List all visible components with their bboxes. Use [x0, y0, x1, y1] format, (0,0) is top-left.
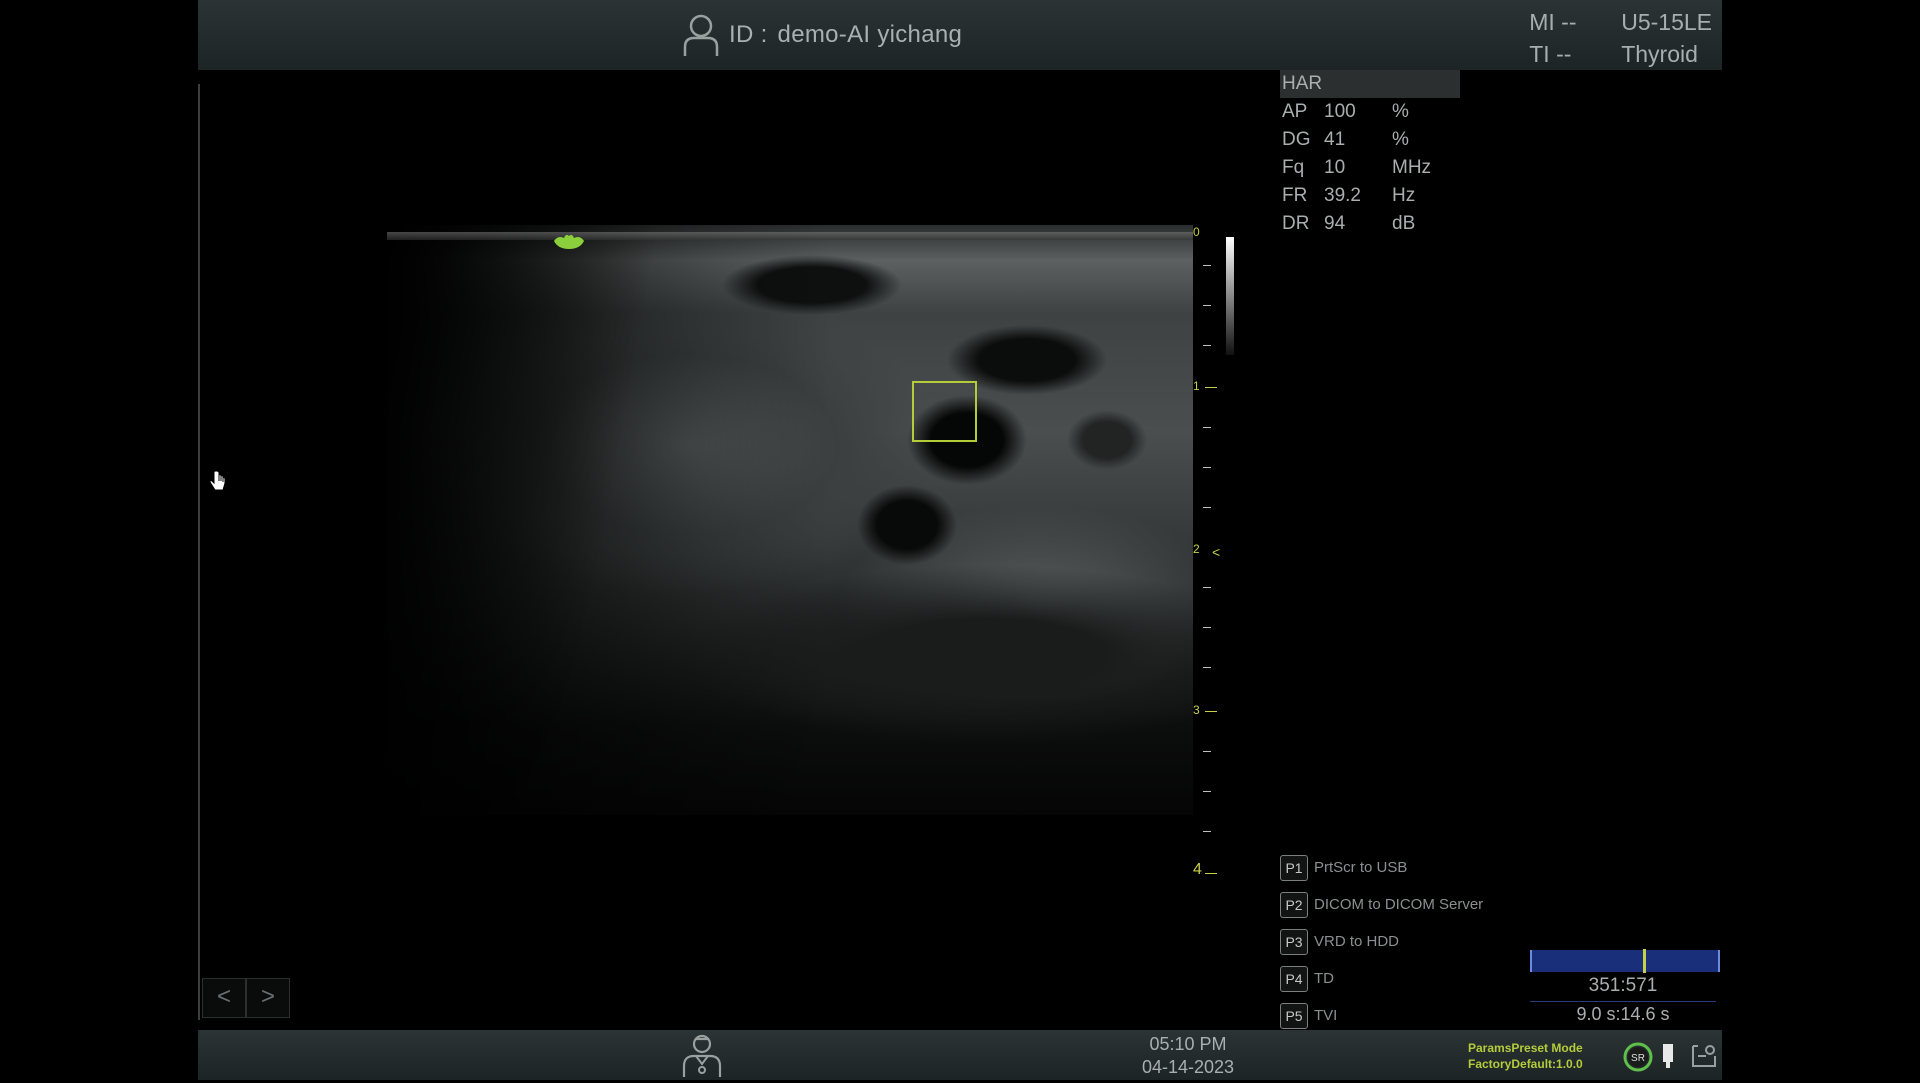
preset-label: VRD to HDD	[1314, 933, 1400, 950]
param-unit: %	[1392, 101, 1409, 122]
preset-mode-info: ParamsPreset Mode FactoryDefault:1.0.0	[1468, 1040, 1583, 1072]
param-key: DG	[1282, 129, 1311, 150]
depth-tick	[1205, 387, 1217, 388]
preset-p3[interactable]: P3 VRD to HDD	[1280, 923, 1483, 960]
sr-label: SR	[1631, 1053, 1645, 1064]
param-row: DR 94 dB	[1280, 210, 1460, 238]
preset-key[interactable]: P3	[1280, 928, 1308, 955]
exam-preset: Thyroid	[1621, 41, 1698, 67]
next-button[interactable]: >	[246, 978, 290, 1018]
param-value: 39.2	[1324, 185, 1361, 206]
param-value: 41	[1324, 129, 1346, 150]
depth-tick	[1203, 831, 1211, 832]
depth-tick	[1203, 467, 1211, 468]
preset-label: TD	[1314, 970, 1334, 987]
depth-tick	[1203, 627, 1211, 628]
param-key: FR	[1282, 185, 1308, 206]
param-unit: dB	[1392, 213, 1416, 234]
param-unit: MHz	[1392, 157, 1432, 178]
preset-mode-line1: ParamsPreset Mode	[1468, 1041, 1583, 1055]
hand-cursor-icon	[208, 470, 228, 499]
imaging-parameters: HAR AP 100 % DG 41 % Fq 10 MHz FR 39.2 H…	[1280, 70, 1460, 238]
id-label: ID :	[729, 21, 768, 48]
patient-id-area[interactable]: ID : demo-AI yichang	[683, 12, 962, 58]
param-row: FR 39.2 Hz	[1280, 182, 1460, 210]
depth-tick	[1203, 791, 1211, 792]
depth-tick	[1203, 427, 1211, 428]
depth-tick	[1203, 507, 1211, 508]
depth-tick	[1203, 305, 1211, 306]
param-row: AP 100 %	[1280, 98, 1460, 126]
datetime: 05:10 PM 04-14-2023	[1123, 1033, 1253, 1079]
mi-value: --	[1561, 9, 1577, 35]
depth-label: 1	[1193, 379, 1200, 393]
probe-name: U5-15LE	[1621, 9, 1712, 35]
left-divider	[198, 84, 200, 1020]
preset-mode-line2: FactoryDefault:1.0.0	[1468, 1057, 1583, 1071]
network-icon[interactable]	[1690, 1042, 1718, 1075]
cine-time: 9.0 s:14.6 s	[1576, 1004, 1670, 1024]
param-key: Fq	[1282, 157, 1305, 178]
grayscale-bar	[1226, 237, 1234, 355]
usb-icon[interactable]	[1661, 1042, 1675, 1075]
doctor-icon[interactable]	[680, 1032, 724, 1083]
param-key: DR	[1282, 213, 1310, 234]
mi-label: MI	[1529, 9, 1555, 35]
bottom-bar: 05:10 PM 04-14-2023 ParamsPreset Mode Fa…	[198, 1030, 1722, 1080]
focus-marker-icon[interactable]: <	[1212, 544, 1220, 560]
preset-p5[interactable]: P5 TVI	[1280, 997, 1483, 1034]
param-unit: %	[1392, 129, 1409, 150]
depth-tick	[1205, 873, 1217, 874]
preset-p2[interactable]: P2 DICOM to DICOM Server	[1280, 886, 1483, 923]
ti-label: TI	[1529, 41, 1550, 67]
user-icon	[683, 13, 719, 57]
preset-label: DICOM to DICOM Server	[1314, 896, 1484, 913]
cine-frame-counter: 351:571	[1530, 975, 1716, 1002]
ginkgo-orientation-icon	[552, 233, 586, 262]
depth-label: 4	[1193, 861, 1202, 878]
skin-layer	[387, 232, 1193, 240]
param-row: DG 41 %	[1280, 126, 1460, 154]
depth-tick	[1205, 711, 1217, 712]
depth-tick	[1203, 587, 1211, 588]
preset-key-list: P1 PrtScr to USB P2 DICOM to DICOM Serve…	[1280, 849, 1483, 1034]
ultrasound-image[interactable]	[387, 225, 1193, 815]
patient-id: demo-AI yichang	[777, 21, 963, 48]
preset-key[interactable]: P1	[1280, 854, 1308, 881]
param-unit: Hz	[1392, 185, 1416, 206]
cine-position-marker[interactable]	[1643, 949, 1647, 973]
mi-ti-panel: MI -- U5-15LE TI -- Thyroid	[1529, 6, 1712, 70]
preset-label: TVI	[1314, 1007, 1338, 1024]
depth-tick	[1203, 345, 1211, 346]
preset-key[interactable]: P5	[1280, 1002, 1308, 1029]
preset-p1[interactable]: P1 PrtScr to USB	[1280, 849, 1483, 886]
current-date: 04-14-2023	[1141, 1057, 1235, 1077]
depth-label: 0	[1193, 225, 1200, 239]
imaging-mode: HAR	[1280, 70, 1460, 98]
depth-tick	[1203, 667, 1211, 668]
param-value: 100	[1324, 101, 1356, 122]
param-row: Fq 10 MHz	[1280, 154, 1460, 182]
depth-label: 2	[1193, 542, 1200, 556]
image-navigation: < >	[202, 978, 290, 1018]
prev-button[interactable]: <	[202, 978, 246, 1018]
param-value: 94	[1324, 213, 1346, 234]
ti-value: --	[1556, 41, 1572, 67]
preset-p4[interactable]: P4 TD	[1280, 960, 1483, 997]
ultrasound-app: ID : demo-AI yichang MI -- U5-15LE TI --…	[198, 0, 1722, 1080]
param-value: 10	[1324, 157, 1346, 178]
cine-progress-bar[interactable]	[1530, 950, 1720, 972]
top-bar: ID : demo-AI yichang MI -- U5-15LE TI --…	[198, 0, 1722, 70]
preset-key[interactable]: P4	[1280, 965, 1308, 992]
param-key: AP	[1282, 101, 1308, 122]
depth-label: 3	[1193, 703, 1200, 717]
sr-icon[interactable]: SR	[1623, 1042, 1653, 1077]
current-time: 05:10 PM	[1149, 1034, 1227, 1054]
depth-tick	[1203, 751, 1211, 752]
depth-tick	[1203, 265, 1211, 266]
preset-key[interactable]: P2	[1280, 891, 1308, 918]
roi-box[interactable]	[912, 381, 977, 442]
preset-label: PrtScr to USB	[1314, 859, 1408, 876]
